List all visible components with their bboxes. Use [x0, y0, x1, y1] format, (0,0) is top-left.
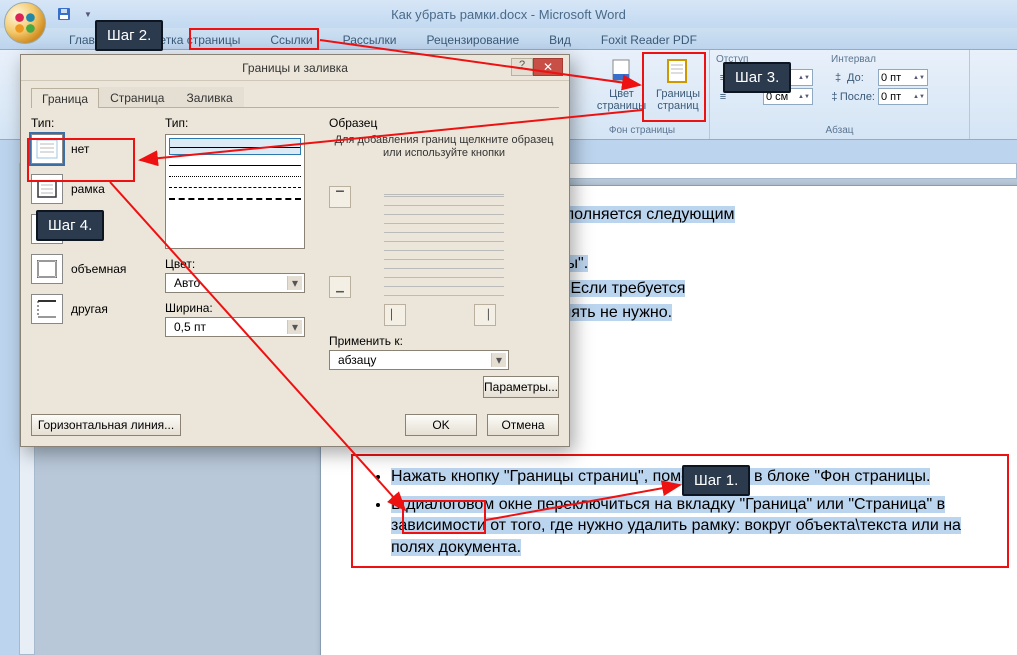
group-title-paragraph: Абзац	[716, 124, 963, 137]
type-header: Тип:	[31, 116, 151, 130]
spacing-header: Интервал	[831, 54, 928, 65]
color-label: Цвет:	[165, 257, 315, 271]
sample-header: Образец	[329, 116, 559, 130]
page-borders-button[interactable]: Границы страниц	[653, 54, 703, 116]
edge-right-button[interactable]: ▕	[474, 304, 496, 326]
type-none-icon	[31, 134, 63, 164]
page-borders-icon	[664, 57, 692, 85]
cancel-button[interactable]: Отмена	[487, 414, 559, 436]
dialog-tab-border[interactable]: Граница	[31, 88, 99, 108]
type-3d[interactable]: объемная	[31, 254, 151, 284]
dialog-tabs: Граница Страница Заливка	[31, 87, 559, 108]
style-header: Тип:	[165, 116, 315, 130]
quick-access-toolbar: ▼	[54, 4, 98, 24]
color-combo[interactable]: Авто▾	[165, 273, 305, 293]
type-none[interactable]: нет	[31, 134, 151, 164]
line-style-list[interactable]	[165, 134, 305, 249]
spacing-after-icon: ‡	[831, 91, 838, 103]
ok-button[interactable]: OK	[405, 414, 477, 436]
type-custom[interactable]: другая	[31, 294, 151, 324]
type-box-icon	[31, 174, 63, 204]
step-1-label: Шаг 1.	[682, 465, 750, 496]
type-3d-icon	[31, 254, 63, 284]
sample-hint: Для добавления границ щелкните образец и…	[329, 134, 559, 160]
type-box[interactable]: рамка	[31, 174, 151, 204]
window-title: Как убрать рамки.docx - Microsoft Word	[391, 7, 626, 22]
horizontal-line-button[interactable]: Горизонтальная линия...	[31, 414, 181, 436]
step-2-label: Шаг 2.	[95, 20, 163, 51]
spacing-before-spinner[interactable]: 0 пт▲▼	[878, 69, 928, 86]
borders-shading-dialog: Границы и заливка ? ✕ Граница Страница З…	[20, 54, 570, 447]
dialog-close-button[interactable]: ✕	[533, 58, 563, 76]
chevron-down-icon: ▾	[491, 353, 506, 367]
options-button[interactable]: Параметры...	[483, 376, 559, 398]
tab-foxit[interactable]: Foxit Reader PDF	[586, 29, 712, 49]
dialog-titlebar: Границы и заливка ? ✕	[21, 55, 569, 81]
page-borders-label: Границы страниц	[656, 88, 700, 112]
width-label: Ширина:	[165, 301, 315, 315]
tab-references[interactable]: Ссылки	[255, 29, 327, 49]
dialog-tab-fill[interactable]: Заливка	[175, 87, 243, 107]
tab-review[interactable]: Рецензирование	[412, 29, 535, 49]
group-title-bg: Фон страницы	[581, 124, 703, 137]
apply-to-label: Применить к:	[329, 334, 559, 348]
office-button[interactable]	[4, 2, 46, 44]
highlighted-list-frame: Нажать кнопку "Границы страниц", помещен…	[351, 454, 1009, 568]
step-4-label: Шаг 4.	[36, 210, 104, 241]
edge-left-button[interactable]: ▏	[384, 304, 406, 326]
edge-top-button[interactable]: ▔	[329, 186, 351, 208]
width-combo[interactable]: 0,5 пт▾	[165, 317, 305, 337]
spacing-after-spinner[interactable]: 0 пт▲▼	[878, 88, 928, 105]
chevron-down-icon: ▾	[287, 276, 302, 290]
page-color-label: Цвет страницы	[597, 88, 646, 112]
step-3-label: Шаг 3.	[723, 62, 791, 93]
tab-mailings[interactable]: Рассылки	[328, 29, 412, 49]
apply-to-combo[interactable]: абзацу▾	[329, 350, 509, 370]
dialog-help-button[interactable]: ?	[511, 58, 533, 76]
type-custom-icon	[31, 294, 63, 324]
group-page-background: Цвет страницы Границы страниц Фон страни…	[575, 50, 710, 139]
dialog-tab-page[interactable]: Страница	[99, 87, 175, 107]
page-color-icon	[608, 57, 636, 85]
chevron-down-icon: ▾	[287, 320, 302, 334]
sample-preview-box: ▔ ▁ ▏ ▕	[329, 166, 559, 326]
tab-view[interactable]: Вид	[534, 29, 586, 49]
office-logo-icon	[12, 10, 38, 36]
spacing-before-icon: ‡	[831, 72, 845, 84]
edge-bottom-button[interactable]: ▁	[329, 276, 351, 298]
page-color-button[interactable]: Цвет страницы	[594, 54, 649, 116]
save-icon[interactable]	[54, 4, 74, 24]
sample-preview	[384, 191, 504, 301]
list-item: В диалоговом окне переключиться на вклад…	[391, 494, 999, 559]
dialog-title: Границы и заливка	[242, 61, 348, 75]
